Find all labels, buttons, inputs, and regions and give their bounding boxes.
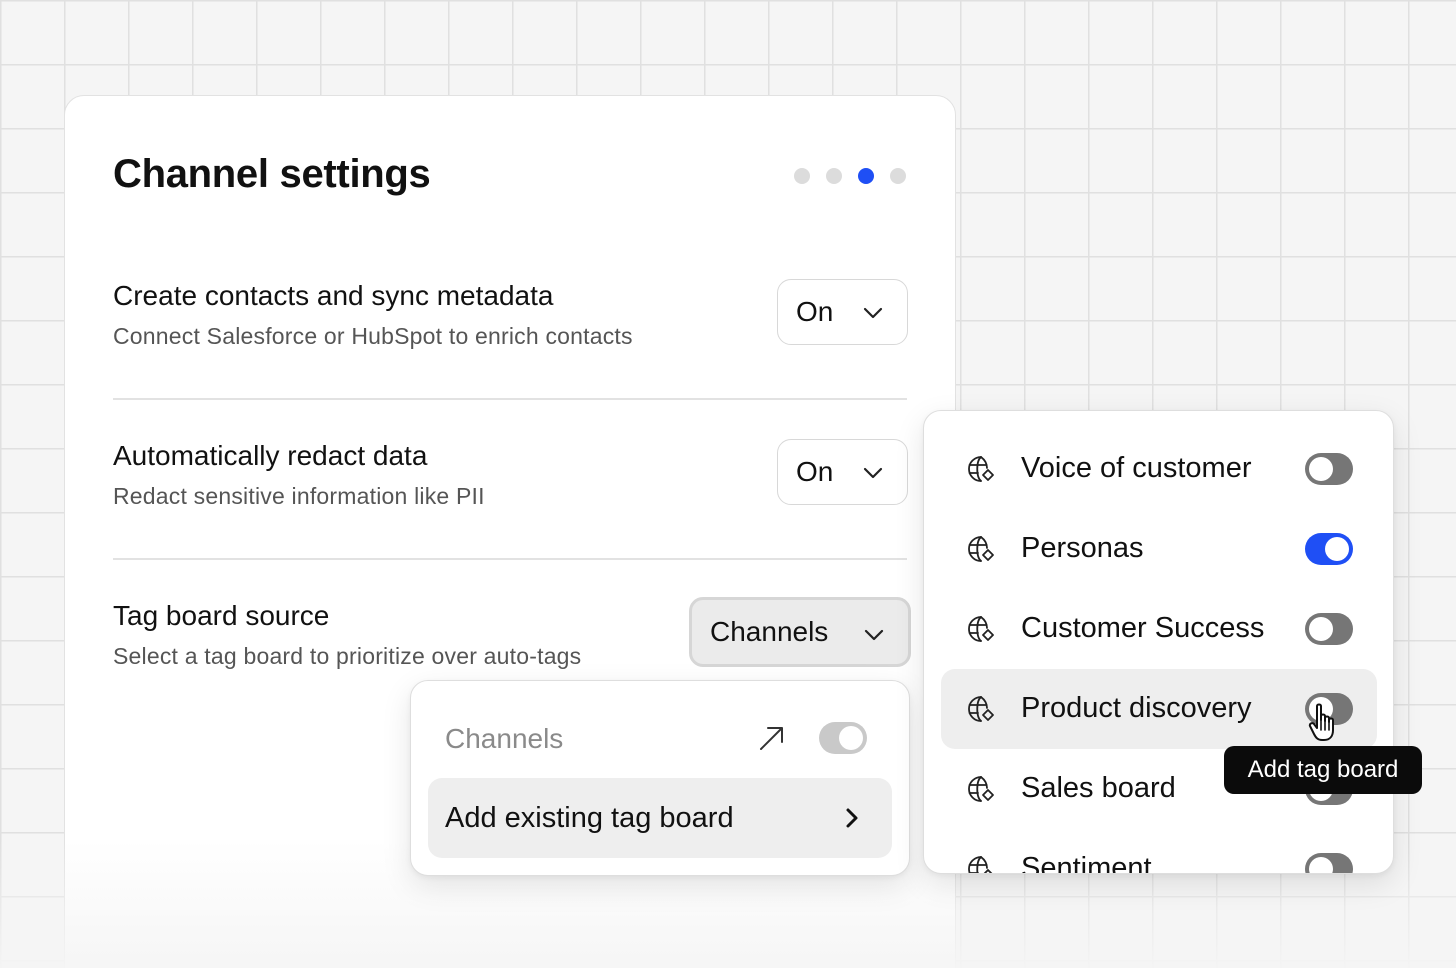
tag-board-toggle[interactable] [1305,533,1353,565]
sync-metadata-select-value: On [796,296,834,327]
add-existing-tag-board-item[interactable]: Add existing tag board [428,778,892,858]
divider [113,398,907,400]
hand-pointer-cursor-icon [1308,703,1334,741]
globe-tag-icon [968,456,994,482]
chevron-down-icon [863,307,883,319]
tag-board-source-select[interactable]: Channels [689,597,911,667]
globe-tag-icon [968,536,994,562]
tag-board-toggle[interactable] [1305,613,1353,645]
chevron-down-icon [864,629,884,641]
chevron-down-icon [863,467,883,479]
tag-board-label: Sentiment [1021,852,1152,874]
globe-tag-icon [968,856,993,873]
sync-metadata-select[interactable]: On [777,279,908,345]
redact-data-select-value: On [796,456,834,487]
current-source-label: Channels [445,723,564,754]
page-title: Channel settings [113,152,431,196]
tag-board-toggle[interactable] [1305,853,1353,873]
chevron-right-icon [846,808,858,828]
current-source-toggle[interactable] [819,722,867,754]
globe-tag-icon [968,776,994,802]
globe-tag-icon [968,696,994,722]
divider [113,558,907,560]
tag-board-label: Personas [1021,532,1144,564]
external-link-icon[interactable] [757,723,787,753]
tag-board-label: Product discovery [1021,692,1252,724]
setting-desc-tag-board-source: Select a tag board to prioritize over au… [113,643,582,669]
tag-board-source-select-value: Channels [710,616,829,647]
tag-board-label: Customer Success [1021,612,1265,644]
tag-board-label: Voice of customer [1021,452,1252,484]
tag-board-label: Sales board [1021,772,1176,804]
tag-board-item[interactable]: Voice of customer [941,429,1377,509]
step-dot-1[interactable] [794,168,810,184]
tag-board-toggle[interactable] [1305,453,1353,485]
setting-desc-sync-metadata: Connect Salesforce or HubSpot to enrich … [113,323,633,349]
tooltip: Add tag board [1224,746,1422,794]
step-dot-3[interactable] [858,168,874,184]
step-dot-2[interactable] [826,168,842,184]
tag-board-submenu: Voice of customer Personas Customer Succ… [923,410,1394,874]
tag-board-item[interactable]: Sentiment [941,829,1377,874]
setting-title-redact-data: Automatically redact data [113,440,428,471]
step-dot-4[interactable] [890,168,906,184]
setting-title-sync-metadata: Create contacts and sync metadata [113,280,554,311]
setting-desc-redact-data: Redact sensitive information like PII [113,483,485,509]
add-existing-tag-board-label: Add existing tag board [445,801,734,834]
tag-board-item[interactable]: Customer Success [941,589,1377,669]
redact-data-select[interactable]: On [777,439,908,505]
step-indicator [794,168,906,184]
setting-title-tag-board-source: Tag board source [113,600,330,631]
globe-tag-icon [968,616,994,642]
tag-board-item[interactable]: Personas [941,509,1377,589]
tag-board-source-menu: Channels Add existing tag board [410,680,910,876]
